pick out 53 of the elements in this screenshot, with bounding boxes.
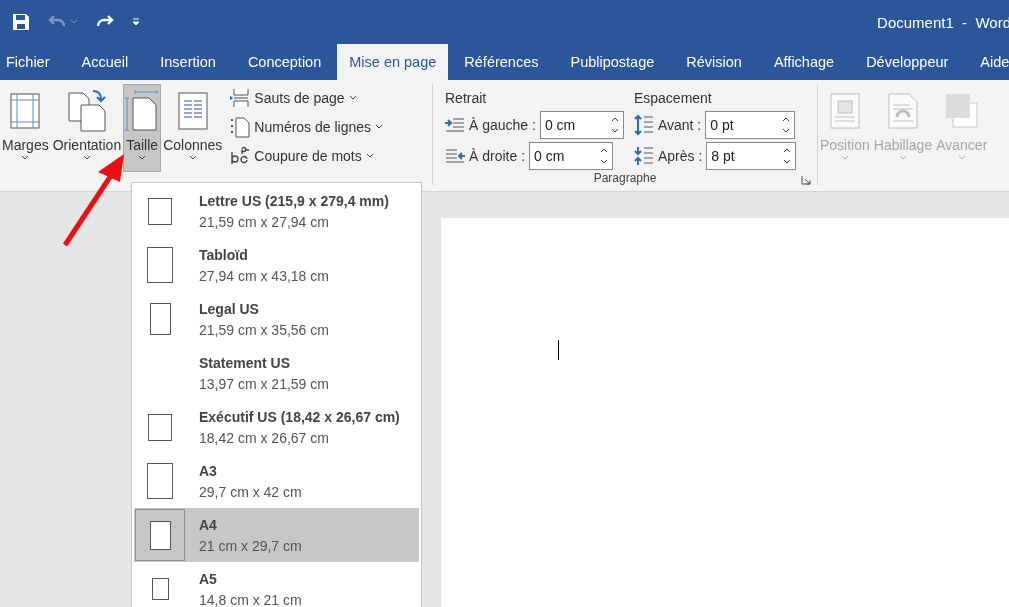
group-heading: Retrait [445,90,488,108]
menu-item[interactable]: Exécutif US (18,42 x 26,67 cm) 18,42 cm x 26,67 cm [134,400,419,454]
paper-name: Legal US [199,300,260,317]
paper-dimensions: 27,94 cm x 43,18 cm [199,267,329,284]
paper-name: Tabloïd [199,246,249,263]
ribbon-button[interactable]: Colonnes [161,84,225,172]
paper-name: Exécutif US (18,42 x 26,67 cm) [199,408,400,425]
ribbon-button[interactable]: Orientation [50,84,124,172]
menu-item[interactable]: Tabloïd 27,94 cm x 43,18 cm [134,238,419,292]
ribbon-tab[interactable]: Fichier [3,44,63,80]
ribbon-tab[interactable]: Affichage [760,44,848,80]
ribbon-tab[interactable]: Publipostage [557,44,668,80]
menu-item[interactable]: A4 21 cm x 29,7 cm [134,508,419,562]
paper-name: Statement US [199,354,292,371]
paper-dimensions: 21 cm x 29,7 cm [199,537,302,554]
ribbon-tab[interactable]: Révision [673,44,755,80]
paper-dimensions: 21,59 cm x 27,94 cm [199,213,330,230]
menu-item[interactable]: Statement US 13,97 cm x 21,59 cm [134,346,419,400]
spin-field[interactable]: 8 pt [706,142,797,170]
ribbon-tab[interactable]: Aide [967,44,1009,80]
ribbon-menu-button[interactable]: Numéros de lignes [228,113,386,140]
menu-item[interactable]: Lettre US (215,9 x 279,4 mm) 21,59 cm x 27,94 cm [134,184,419,238]
ribbon-tab[interactable]: Conception [234,44,335,80]
paper-dimensions: 13,97 cm x 21,59 cm [199,375,329,392]
group-label: Paragraphe [593,170,657,185]
menu-item[interactable]: A5 14,8 cm x 21 cm [134,562,419,607]
menu-item[interactable]: Legal US 21,59 cm x 35,56 cm [134,292,419,346]
spin-field[interactable]: 0 pt [705,111,796,139]
paper-dimensions: 18,42 cm x 26,67 cm [199,429,330,446]
ribbon-tab[interactable]: Développeur [853,44,962,80]
ribbon-button[interactable]: Marges [0,84,51,172]
ribbon-menu-button[interactable]: Coupure de mots [228,142,386,169]
group-heading: Espacement [633,90,713,108]
paper-dimensions: 21,59 cm x 35,56 cm [199,321,329,338]
ribbon-tab[interactable]: Mise en page [337,44,449,80]
spin-field[interactable]: 0 cm [539,111,624,139]
ribbon-button[interactable]: Taille [123,84,162,172]
paper-name: A4 [199,516,218,533]
ribbon-tab[interactable]: Références [451,44,552,80]
paper-name: Lettre US (215,9 x 279,4 mm) [199,192,389,209]
paper-dimensions: 14,8 cm x 21 cm [199,591,302,607]
ribbon-menu-button[interactable]: Sauts de page [228,84,386,111]
paper-name: A5 [199,570,218,587]
paper-name: A3 [199,462,218,479]
menu-item[interactable]: A3 29,7 cm x 42 cm [134,454,419,508]
spin-field[interactable]: 0 cm [529,142,614,170]
field-label: Après : [657,148,703,164]
ribbon-tab[interactable]: Insertion [147,44,229,80]
paper-dimensions: 29,7 cm x 42 cm [199,483,302,500]
field-label: Avant : [657,117,702,133]
ribbon-tab[interactable]: Accueil [68,44,142,80]
field-label: À gauche : [469,117,536,133]
field-label: À droite : [469,148,526,164]
